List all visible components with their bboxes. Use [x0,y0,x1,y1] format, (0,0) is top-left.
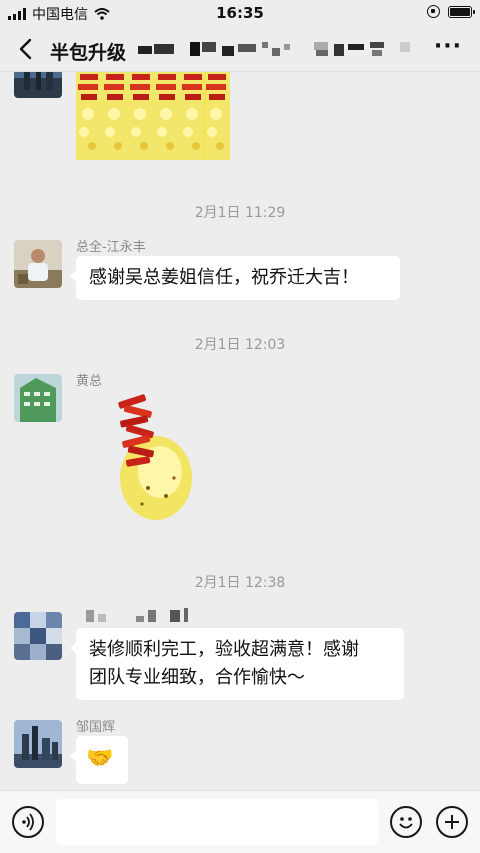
avatar[interactable] [14,720,62,768]
message-text-line: 装修顺利完工，验收超满意！感谢 [89,639,359,660]
avatar[interactable] [14,374,62,422]
message-bubble[interactable]: 装修顺利完工，验收超满意！感谢 团队专业细致，合作愉快～ [70,628,404,700]
more-options-icon[interactable]: ··· [434,36,462,58]
chat-message-list[interactable]: 2月1日 11:29 总全-江永丰 感谢吴总姜姐信任，祝乔迁大吉！ 2月1日 1… [0,72,480,790]
chat-title: 半包升级 [50,42,127,64]
message-timestamp: 2月1日 11:29 [194,205,286,221]
voice-input-icon[interactable] [12,806,44,838]
chat-header: 半包升级 ··· [0,26,480,72]
redacted-sender-mosaic [76,608,206,624]
redacted-title-mosaic [138,40,420,58]
message-bubble[interactable]: 🤝 [70,736,128,784]
firecracker-sticker[interactable] [76,72,230,162]
message-text-line: 团队专业细致，合作愉快～ [89,667,305,688]
message-input-bar [0,790,480,853]
battery-icon [448,5,475,18]
message-timestamp: 2月1日 12:38 [194,575,286,591]
avatar[interactable] [14,240,62,288]
firecracker-sticker[interactable] [108,392,194,522]
status-bar: 中国电信 16:35 [0,0,480,26]
avatar[interactable] [14,72,62,98]
sender-name: 黄总 [76,374,103,389]
message-timestamp: 2月1日 12:03 [194,337,286,353]
message-bubble[interactable]: 感谢吴总姜姐信任，祝乔迁大吉！ [70,256,400,300]
avatar[interactable] [14,612,62,660]
message-input[interactable] [56,799,378,845]
plus-icon[interactable] [436,806,468,838]
emoji-icon[interactable] [390,806,422,838]
sender-name: 邹国辉 [76,720,116,735]
handshake-emoji: 🤝 [86,746,114,771]
message-text: 感谢吴总姜姐信任，祝乔迁大吉！ [89,267,359,288]
status-time: 16:35 [216,4,264,22]
chevron-left-icon[interactable] [14,36,40,62]
sender-name: 总全-江永丰 [76,240,146,255]
rotation-lock-icon [427,5,440,18]
